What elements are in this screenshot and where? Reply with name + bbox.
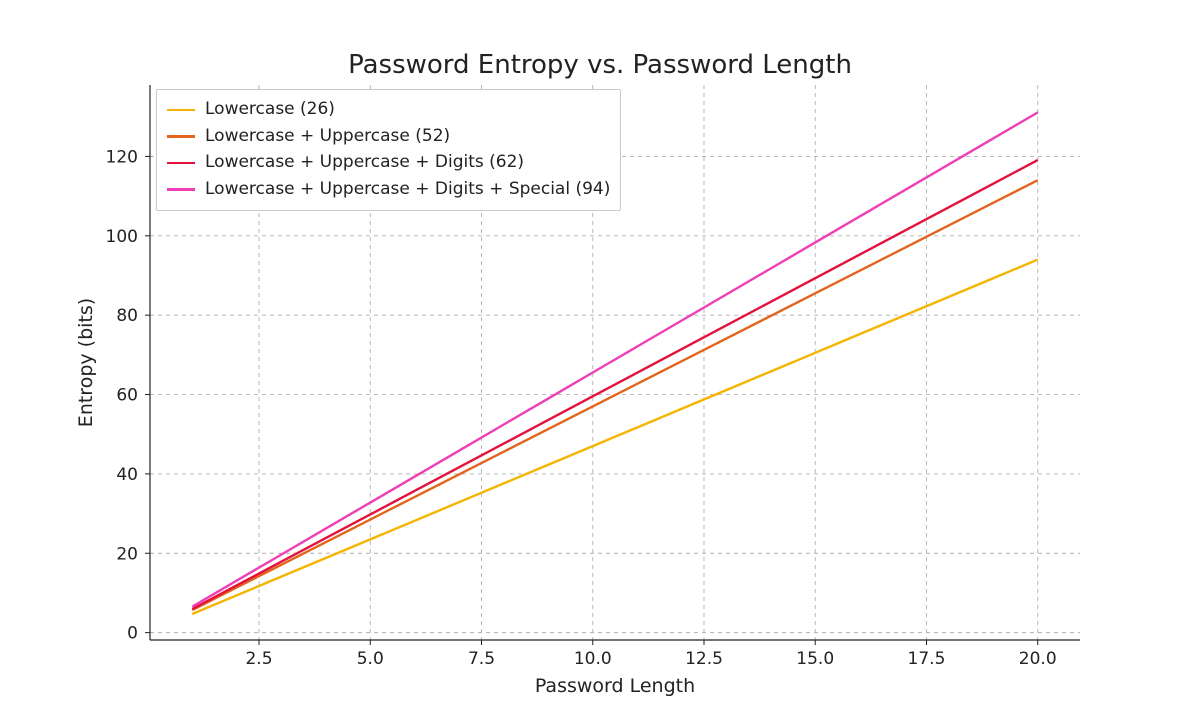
plot-area: 2.55.07.510.012.515.017.520.0 0204060801… [150,85,1080,640]
legend-swatch [167,109,195,112]
series-line [192,160,1037,609]
series-line [192,260,1037,614]
x-tick-label: 20.0 [1019,649,1057,669]
legend-label: Lowercase + Uppercase (52) [205,124,450,150]
x-tick-label: 5.0 [357,649,384,669]
y-axis-label: Entropy (bits) [75,298,97,427]
series-line [192,180,1037,610]
y-tick-label: 80 [116,306,138,326]
x-tick-label: 15.0 [796,649,834,669]
y-tick-label: 0 [127,624,138,644]
legend-label: Lowercase (26) [205,97,335,123]
legend-item: Lowercase (26) [167,97,610,123]
y-tick-label: 40 [116,465,138,485]
y-tick-label: 120 [106,147,138,167]
legend-item: Lowercase + Uppercase + Digits (62) [167,150,610,176]
legend-swatch [167,162,195,165]
x-axis-label: Password Length [535,675,695,697]
legend-swatch [167,188,195,191]
x-ticks: 2.5 5.0 7.5 10.0 12.5 15.0 17.5 20.0 [245,640,1056,669]
y-tick-label: 20 [116,544,138,564]
legend-swatch [167,135,195,138]
legend-item: Lowercase + Uppercase (52) [167,124,610,150]
legend: Lowercase (26)Lowercase + Uppercase (52)… [156,89,621,211]
x-tick-label: 7.5 [468,649,495,669]
legend-label: Lowercase + Uppercase + Digits (62) [205,150,524,176]
x-tick-label: 2.5 [245,649,272,669]
legend-label: Lowercase + Uppercase + Digits + Special… [205,177,610,203]
y-tick-label: 60 [116,386,138,406]
chart-title: Password Entropy vs. Password Length [0,50,1200,80]
x-tick-label: 12.5 [685,649,723,669]
y-ticks: 0 20 40 60 80 100 120 [106,147,150,643]
x-tick-label: 17.5 [908,649,946,669]
x-tick-label: 10.0 [574,649,612,669]
y-tick-label: 100 [106,227,138,247]
legend-item: Lowercase + Uppercase + Digits + Special… [167,177,610,203]
figure: Password Entropy vs. Password Length 2.5… [0,0,1200,720]
